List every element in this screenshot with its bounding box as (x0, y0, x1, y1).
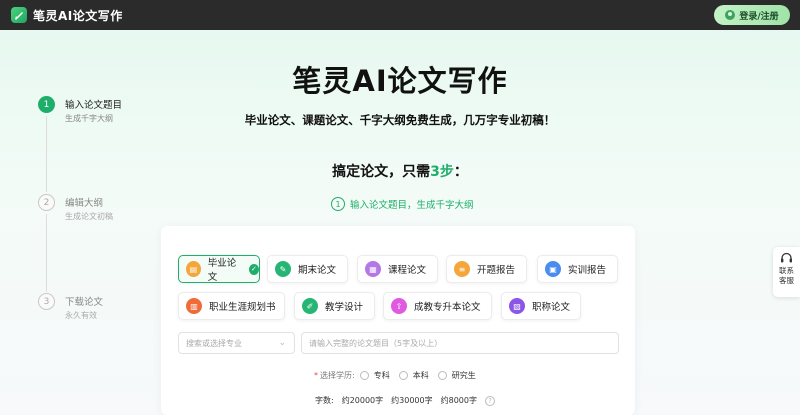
steps-hint: 搞定论文，只需3步： (0, 161, 800, 181)
upgrade-icon: ⇧ (391, 298, 407, 314)
paper-form-card: ▤ 毕业论文 ✓ ✎ 期末论文 ▦ 课程论文 ≡ 开题报告 ▣ 实训报告 ▥ 职… (161, 226, 635, 415)
step-subtitle: 生成论文初稿 (65, 212, 113, 221)
step-title: 下载论文 (65, 297, 104, 308)
type-label: 成教专升本论文 (414, 302, 481, 313)
title-icon: ▧ (509, 298, 525, 314)
step-subtitle: 永久有效 (65, 311, 97, 320)
type-label: 教学设计 (325, 302, 364, 313)
top-bar: 笔灵AI论文写作 登录/注册 (0, 0, 800, 30)
type-label: 实训报告 (568, 265, 607, 276)
type-chip-training[interactable]: ▣ 实训报告 (537, 255, 618, 283)
radio-icon (398, 371, 408, 380)
step-connector (46, 214, 47, 292)
report-icon: ≡ (454, 261, 470, 277)
current-step-number: 1 (331, 197, 345, 211)
type-label: 职称论文 (532, 302, 571, 313)
major-select[interactable]: 搜索或选择专业 ⌄ (178, 332, 295, 354)
career-icon: ▥ (186, 298, 202, 314)
major-placeholder: 搜索或选择专业 (186, 338, 242, 348)
chevron-down-icon: ⌄ (278, 338, 286, 348)
paper-title-input[interactable]: 请输入完整的论文题目（5字及以上） (301, 332, 619, 354)
type-chip-course[interactable]: ▦ 课程论文 (357, 255, 438, 283)
hint-suffix: ： (453, 164, 468, 180)
type-label: 期末论文 (298, 265, 337, 276)
course-icon: ▦ (365, 261, 381, 277)
title-placeholder: 请输入完整的论文题目（5字及以上） (309, 338, 443, 348)
training-icon: ▣ (545, 261, 561, 277)
edit-icon: ✎ (275, 261, 291, 277)
check-icon: ✓ (248, 263, 259, 275)
step-number: 3 (38, 293, 55, 310)
step-title: 编辑大纲 (65, 198, 104, 209)
user-icon (725, 10, 736, 20)
login-register-button[interactable]: 登录/注册 (714, 5, 790, 25)
type-chip-upgrade[interactable]: ⇧ 成教专升本论文 (383, 292, 492, 320)
word-option-8000[interactable]: 约8000字 (441, 395, 477, 406)
type-label: 职业生涯规划书 (209, 302, 276, 313)
type-chip-title[interactable]: ▧ 职称论文 (501, 292, 581, 320)
type-chip-graduation[interactable]: ▤ 毕业论文 ✓ (178, 255, 260, 283)
edu-option-label: 专科 (373, 371, 390, 380)
edu-option-graduate[interactable]: 研究生 (437, 370, 476, 381)
contact-support-button[interactable]: 联系客服 (773, 247, 800, 297)
type-chip-teaching[interactable]: ✐ 教学设计 (294, 292, 375, 320)
current-step-text: 输入论文题目，生成千字大纲 (350, 200, 474, 211)
type-chip-final[interactable]: ✎ 期末论文 (267, 255, 348, 283)
type-label: 毕业论文 (207, 258, 237, 283)
page-subtitle: 毕业论文、课题论文、千字大纲免费生成，几万字专业初稿！ (244, 113, 556, 127)
contact-label: 联系客服 (779, 266, 794, 285)
type-label: 开题报告 (477, 265, 516, 276)
edu-option-label: 本科 (412, 371, 429, 380)
required-mark: * (314, 371, 318, 380)
education-row: * 选择学历: 专科 本科 研究生 (314, 370, 485, 381)
login-label: 登录/注册 (739, 11, 779, 22)
hint-prefix: 搞定论文，只需 (332, 164, 431, 180)
radio-icon (359, 371, 369, 380)
type-chip-career[interactable]: ▥ 职业生涯规划书 (178, 292, 285, 320)
edu-option-bachelor[interactable]: 本科 (398, 370, 429, 381)
hint-highlight: 3步 (430, 164, 454, 180)
edu-option-label: 研究生 (451, 371, 476, 380)
radio-icon (437, 371, 447, 380)
word-option-30000[interactable]: 约30000字 (391, 395, 432, 406)
education-label: 选择学历: (320, 371, 355, 380)
edu-option-junior[interactable]: 专科 (359, 370, 390, 381)
headset-icon (781, 252, 792, 263)
word-count-row: 字数: 约20000字 约30000字 约8000字 ? (315, 395, 495, 406)
type-label: 课程论文 (388, 265, 427, 276)
step-number: 2 (38, 194, 55, 211)
brand-name[interactable]: 笔灵AI论文写作 (33, 7, 123, 24)
type-chip-proposal[interactable]: ≡ 开题报告 (446, 255, 527, 283)
brand-logo-icon[interactable] (11, 7, 27, 23)
word-option-20000[interactable]: 约20000字 (342, 395, 383, 406)
current-step-hint: 1 输入论文题目，生成千字大纲 (331, 197, 474, 211)
page-title: 笔灵AI论文写作 (292, 64, 508, 98)
teaching-icon: ✐ (302, 298, 318, 314)
help-icon[interactable]: ? (484, 395, 495, 406)
word-count-label: 字数: (315, 396, 334, 405)
graduation-icon: ▤ (186, 261, 201, 277)
